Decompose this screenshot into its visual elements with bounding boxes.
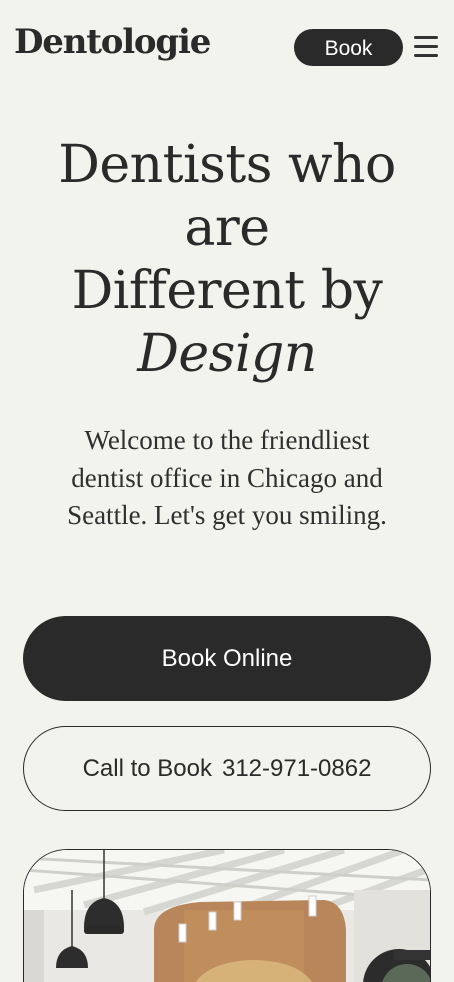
call-to-book-label: Call to Book [82,754,212,782]
hero-title-line-2: are [184,198,270,258]
hero-title: Dentists who are Different by Design [30,134,424,386]
office-photo [23,849,431,982]
phone-number: 312-971-0862 [221,754,372,782]
hero-title-line-1: Dentists who [58,135,396,195]
hamburger-menu-icon[interactable] [414,36,438,58]
logo[interactable]: Dentologie [14,22,211,62]
hero-title-italic: Design [137,324,317,384]
office-interior-illustration [24,850,430,982]
hero-subtitle: Welcome to the friendliest dentist offic… [67,425,387,530]
site-header: Dentologie Book [0,0,454,96]
page: Dentologie Book Dentists who are Differe… [0,0,454,982]
header-book-button[interactable]: Book [294,29,403,66]
hero-title-line-3: Different by [71,261,383,321]
book-online-button[interactable]: Book Online [23,616,431,701]
call-to-book-button[interactable]: Call to Book 312-971-0862 [23,726,431,811]
